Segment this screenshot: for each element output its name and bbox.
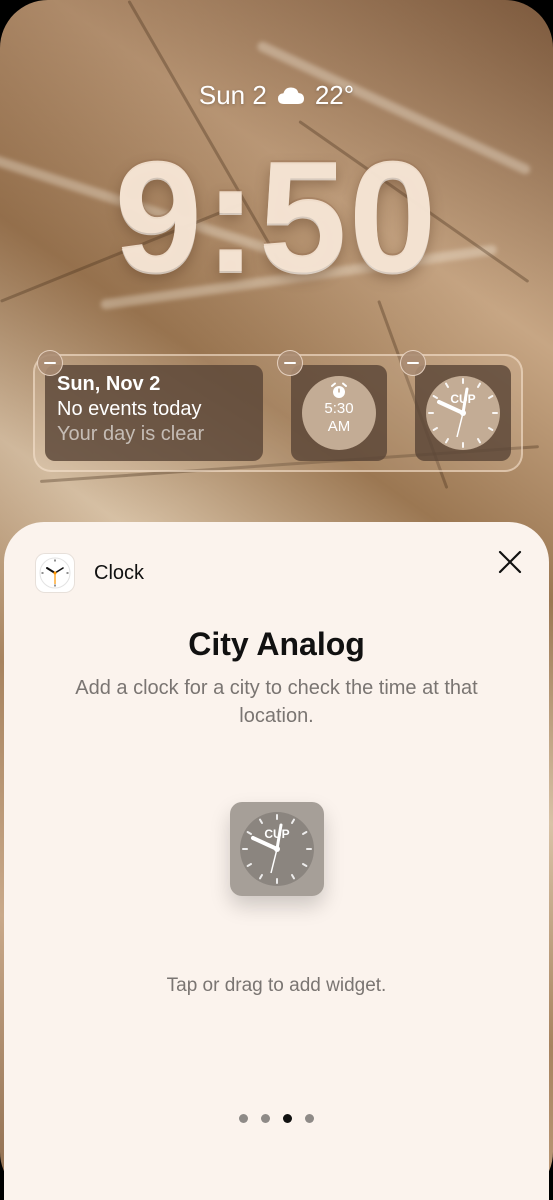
clock-app-icon: [36, 554, 74, 592]
alarm-face: 5:30 AM: [302, 376, 376, 450]
close-button[interactable]: [496, 548, 524, 576]
city-clock-label: CUP: [450, 392, 476, 406]
calendar-note: Your day is clear: [57, 423, 205, 445]
widget-bar[interactable]: Sun, Nov 2 No events today Your day is c…: [33, 350, 523, 472]
remove-widget-button[interactable]: [277, 350, 303, 376]
city-clock-widget[interactable]: CUP: [415, 365, 511, 461]
calendar-events: No events today: [57, 398, 202, 420]
page-dot-active[interactable]: [283, 1114, 292, 1123]
status-date: Sun 2: [198, 80, 267, 110]
status-temperature: 22°: [314, 80, 355, 110]
widget-picker-sheet: Clock City Analog Add a clock for a city…: [4, 522, 549, 1200]
city-clock-preview-face: [240, 812, 314, 886]
alarm-time: 5:30: [324, 400, 354, 417]
remove-widget-button[interactable]: [400, 350, 426, 376]
lock-screen-time[interactable]: 9:50: [0, 138, 553, 296]
alarm-widget[interactable]: 5:30 AM: [291, 365, 387, 461]
add-widget-hint: Tap or drag to add widget.: [166, 975, 387, 996]
page-dot[interactable]: [239, 1114, 248, 1123]
sheet-title: City Analog: [188, 626, 365, 662]
sheet-description: Add a clock for a city to check the time…: [75, 677, 478, 727]
page-dot[interactable]: [305, 1114, 314, 1123]
close-icon: [498, 550, 522, 574]
calendar-date: Sun, Nov 2: [57, 373, 161, 395]
page-dot[interactable]: [261, 1114, 270, 1123]
preview-city-label: CUP: [264, 827, 290, 841]
remove-widget-button[interactable]: [37, 350, 63, 376]
page-indicator[interactable]: [4, 1114, 549, 1123]
cloud-icon: [277, 86, 305, 106]
widget-preview[interactable]: CUP: [230, 802, 324, 896]
status-line: Sun 2 22°: [0, 80, 553, 111]
calendar-widget[interactable]: Sun, Nov 2 No events today Your day is c…: [45, 365, 263, 461]
city-clock-face: [426, 376, 500, 450]
sheet-app-name: Clock: [94, 562, 145, 584]
alarm-ampm: AM: [327, 418, 351, 435]
alarm-clock-icon: [302, 382, 376, 400]
